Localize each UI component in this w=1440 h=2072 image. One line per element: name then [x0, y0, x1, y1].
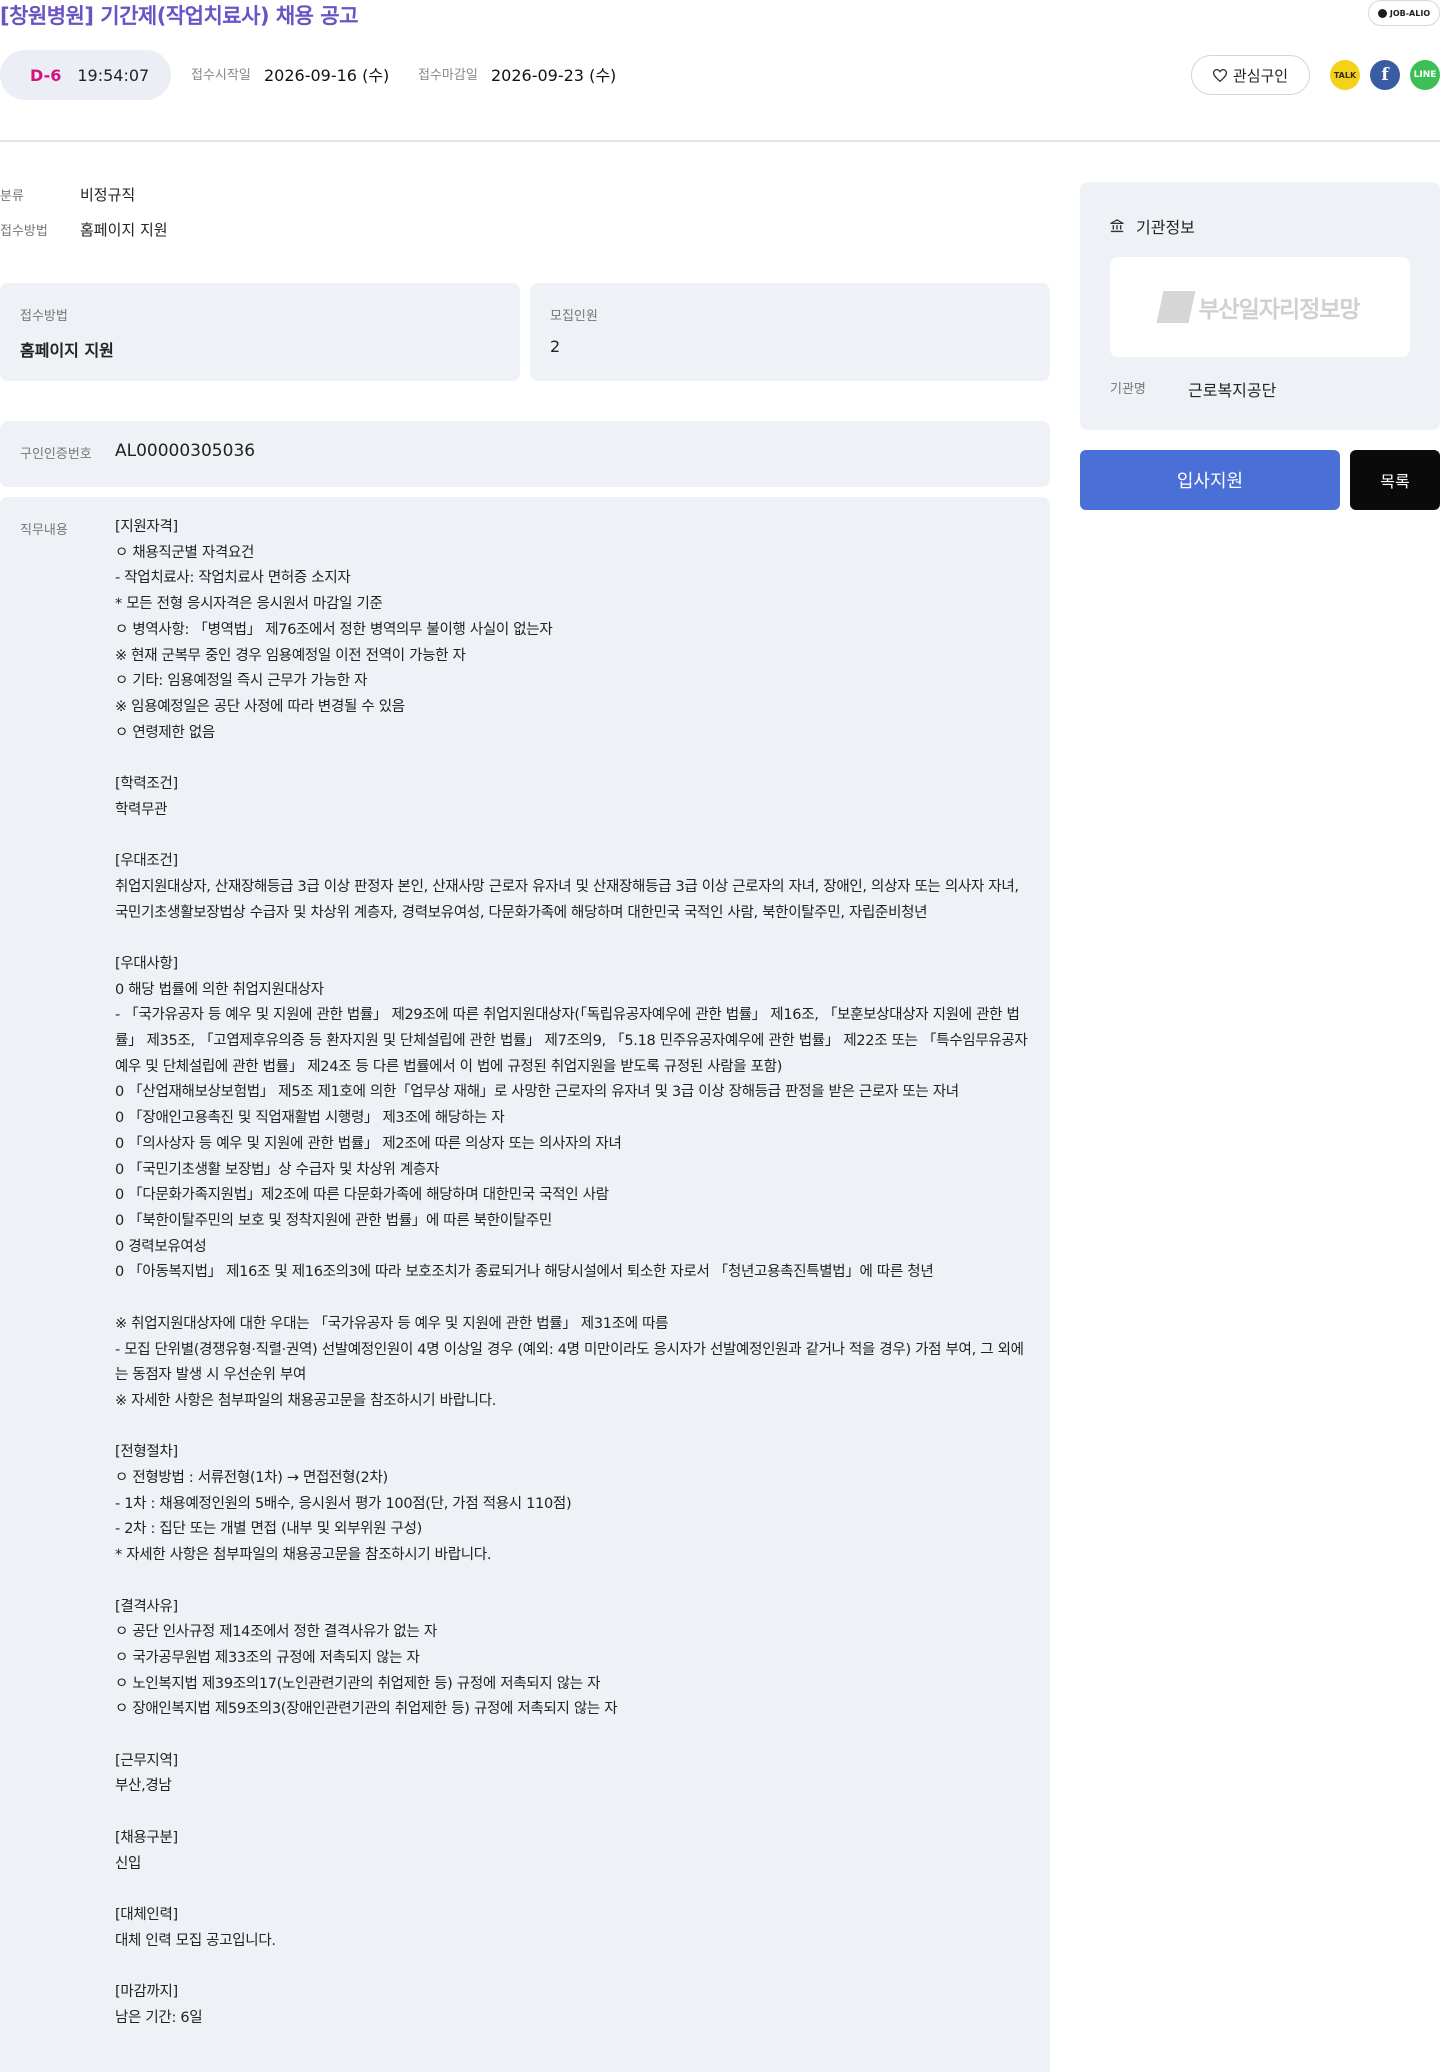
recruit-count-card: 모집인원 2 [530, 283, 1050, 381]
org-logo-text: 부산일자리정보망 [1198, 297, 1360, 323]
job-description-panel: 직무내용 [지원자격] ㅇ 채용직군별 자격요건 - 작업치료사: 작업치료사 … [0, 497, 1050, 2072]
org-logo-mark-icon [1156, 291, 1196, 323]
end-date-value: 2026-09-23 (수) [491, 66, 617, 85]
summary-row-method: 접수방법 홈페이지 지원 [0, 219, 168, 240]
summary-value: 비정규직 [80, 186, 136, 204]
header-divider [0, 140, 1440, 142]
jobalio-logo-icon [1377, 8, 1387, 18]
facebook-share-icon[interactable]: f [1370, 60, 1400, 90]
org-name-value: 근로복지공단 [1188, 381, 1277, 400]
jobalio-badge-text: JOB-ALIO [1389, 8, 1431, 18]
org-info-heading: 기관정보 [1110, 214, 1195, 238]
countdown-timer: 19:54:07 [77, 65, 150, 85]
institution-icon [1110, 219, 1124, 233]
org-info-title: 기관정보 [1136, 218, 1195, 237]
method-card-label: 접수방법 [20, 309, 68, 324]
start-date-label: 접수시작일 [191, 68, 251, 83]
certification-label: 구인인증번호 [20, 447, 92, 462]
summary-value: 홈페이지 지원 [80, 221, 168, 239]
line-share-icon[interactable]: LINE [1410, 60, 1440, 90]
heart-icon [1212, 68, 1227, 82]
org-info-panel: 기관정보 부산일자리정보망 기관명 근로복지공단 [1080, 182, 1440, 430]
recruit-count-value: 2 [550, 337, 561, 356]
favorite-button[interactable]: 관심구인 [1191, 55, 1310, 95]
jobalio-badge[interactable]: JOB-ALIO [1368, 0, 1440, 26]
list-button[interactable]: 목록 [1350, 450, 1440, 510]
summary-label: 분류 [0, 189, 24, 204]
certification-number: AL00000305036 [115, 441, 256, 461]
favorite-label: 관심구인 [1232, 66, 1289, 85]
org-name-label: 기관명 [1110, 382, 1146, 397]
d-day-pill: D-6 19:54:07 [0, 50, 171, 100]
start-date-value: 2026-09-16 (수) [264, 66, 390, 85]
page-title: [창원병원] 기간제(작업치료사) 채용 공고 [0, 4, 358, 28]
apply-button[interactable]: 입사지원 [1080, 450, 1340, 510]
recruit-count-label: 모집인원 [550, 309, 598, 324]
method-card: 접수방법 홈페이지 지원 [0, 283, 520, 381]
certification-panel: 구인인증번호 AL00000305036 [0, 421, 1050, 487]
end-date-label: 접수마감일 [418, 68, 478, 83]
summary-label: 접수방법 [0, 224, 48, 239]
method-card-value: 홈페이지 지원 [20, 341, 114, 360]
d-day-label: D-6 [30, 65, 62, 85]
job-description-text: [지원자격] ㅇ 채용직군별 자격요건 - 작업치료사: 작업치료사 면허증 소… [115, 519, 1028, 2026]
org-logo: 부산일자리정보망 [1110, 257, 1410, 357]
job-description-label: 직무내용 [20, 523, 68, 538]
summary-row-category: 분류 비정규직 [0, 184, 135, 205]
kakao-share-icon[interactable]: TALK [1330, 60, 1360, 90]
